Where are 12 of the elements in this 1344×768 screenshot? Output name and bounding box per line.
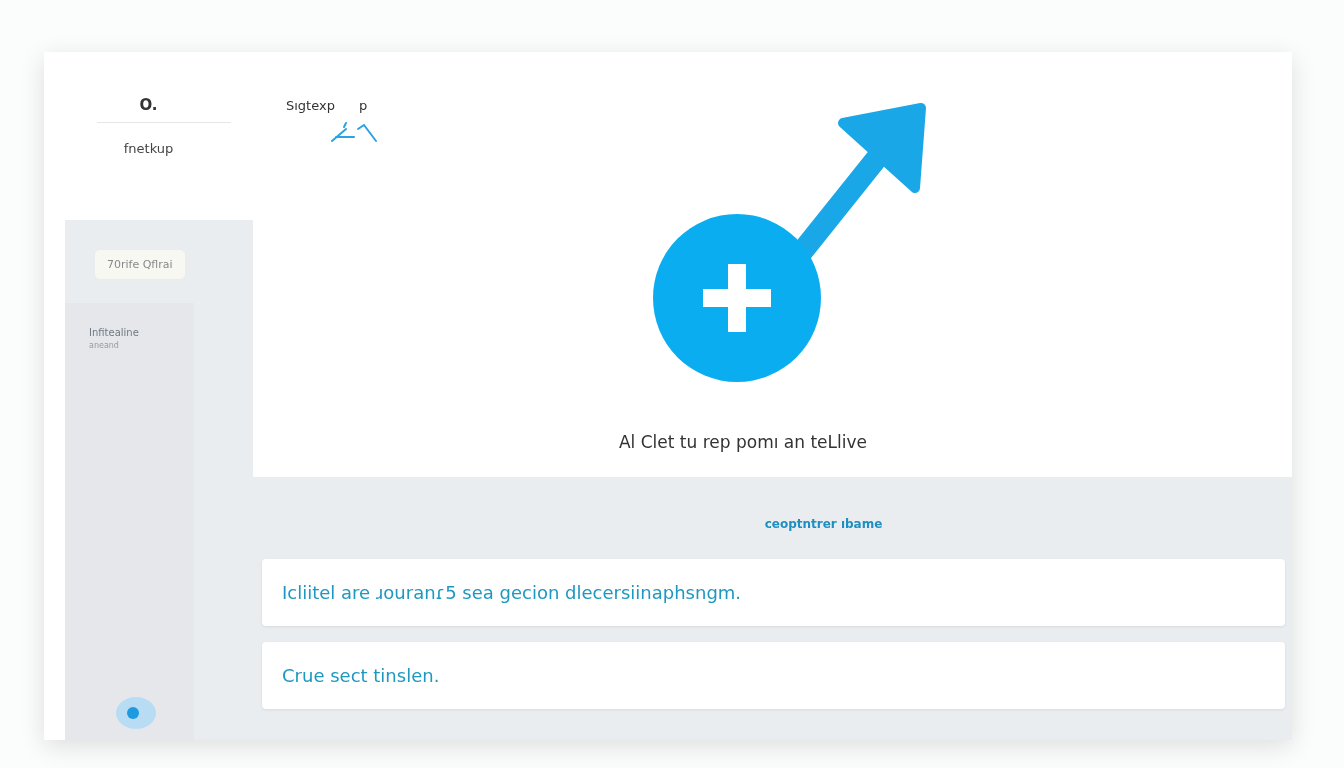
brand-text: O.: [139, 96, 158, 114]
status-dot-icon[interactable]: [115, 696, 157, 730]
message-card[interactable]: Icliitel are ɹouranɾ5 sea gecion dlecersiinaphsngm.: [262, 559, 1285, 626]
sidebar-item[interactable]: Infitealine aneand: [89, 327, 194, 350]
header-label: p: [358, 98, 368, 113]
hero-caption: Al Clet tu rep pomı an teLlive: [619, 432, 867, 452]
pen-stroke-icon[interactable]: [328, 121, 378, 145]
section-label: ceoptntrer ıbame: [764, 517, 883, 531]
sidebar-subtitle: fnetkup: [123, 141, 174, 156]
filter-chip[interactable]: 70rife Qflrai: [95, 250, 185, 279]
message-card[interactable]: Crue sect tinslen.: [262, 642, 1285, 709]
header-title: Sıgtexp: [286, 98, 335, 113]
